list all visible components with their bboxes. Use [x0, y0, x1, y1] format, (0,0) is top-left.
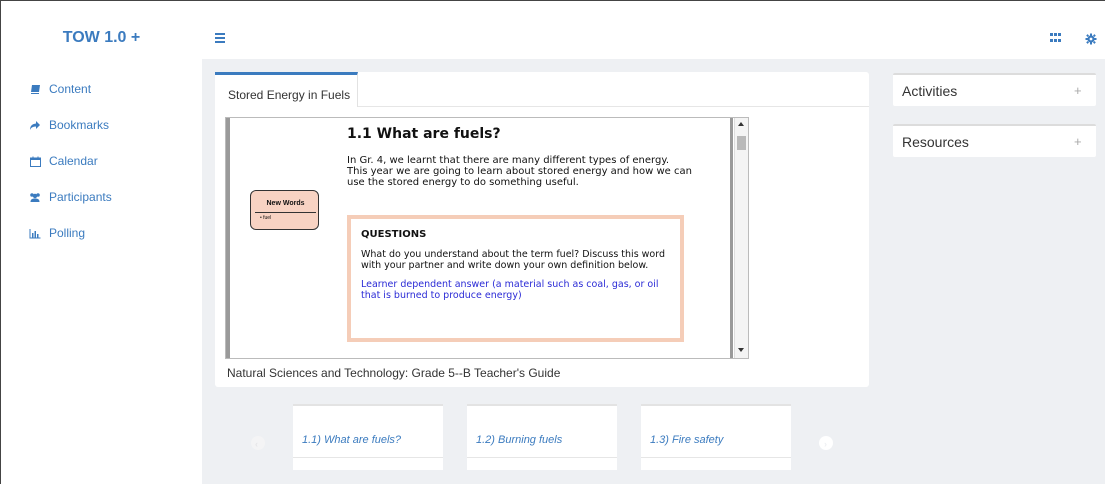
- sidebar-item-label: Bookmarks: [49, 118, 110, 132]
- scroll-up-arrow-icon[interactable]: [738, 122, 744, 126]
- chevron-left-icon: ‹: [255, 439, 258, 449]
- sidebar-item-bookmarks[interactable]: Bookmarks: [29, 107, 112, 143]
- grid-icon[interactable]: [1050, 33, 1061, 43]
- new-words-title: New Words: [266, 200, 305, 207]
- new-words-item: • fuel: [260, 215, 272, 221]
- document-caption: Natural Sciences and Technology: Grade 5…: [227, 366, 561, 380]
- sidebar-item-participants[interactable]: Participants: [29, 179, 112, 215]
- calendar-icon: [29, 155, 41, 167]
- book-icon: [29, 83, 41, 95]
- sidebar-item-label: Polling: [49, 226, 86, 240]
- sidebar: TOW 1.0 + Content Bookmarks Calendar Par…: [1, 1, 202, 484]
- carousel-item-divider: [293, 457, 443, 458]
- activities-title: Activities: [902, 83, 958, 99]
- carousel-item-fire-safety[interactable]: 1.3) Fire safety: [641, 404, 791, 470]
- content-panel: Stored Energy in Fuels 1.1 What are fuel…: [215, 72, 869, 387]
- expand-resources-icon[interactable]: +: [1074, 134, 1082, 149]
- questions-answer: Learner dependent answer (a material suc…: [361, 279, 659, 301]
- page-edge-right: [730, 118, 733, 358]
- new-words-divider: [255, 212, 316, 213]
- carousel-item-label: 1.1) What are fuels?: [302, 434, 402, 446]
- bar-chart-icon: [29, 227, 41, 239]
- carousel-next-button[interactable]: ›: [819, 436, 833, 450]
- resources-card[interactable]: Resources +: [893, 124, 1096, 157]
- sidebar-item-calendar[interactable]: Calendar: [29, 143, 112, 179]
- document-heading: 1.1 What are fuels?: [347, 126, 501, 142]
- share-arrow-icon: [29, 119, 41, 131]
- users-icon: [29, 191, 41, 203]
- page-edge-left: [226, 118, 230, 358]
- sidebar-item-content[interactable]: Content: [29, 71, 112, 107]
- carousel-item-label: 1.2) Burning fuels: [476, 434, 563, 446]
- new-words-box: New Words • fuel: [250, 190, 319, 230]
- carousel-prev-button[interactable]: ‹: [251, 436, 265, 450]
- questions-title: QUESTIONS: [361, 229, 427, 240]
- carousel-item-what-are-fuels[interactable]: 1.1) What are fuels?: [293, 404, 443, 470]
- document-viewer[interactable]: 1.1 What are fuels? In Gr. 4, we learnt …: [225, 117, 749, 359]
- gear-icon[interactable]: [1085, 32, 1097, 45]
- carousel-item-burning-fuels[interactable]: 1.2) Burning fuels: [467, 404, 617, 470]
- expand-activities-icon[interactable]: +: [1074, 83, 1082, 98]
- chevron-right-icon: ›: [824, 439, 827, 449]
- resources-title: Resources: [902, 134, 969, 150]
- carousel-item-divider: [641, 457, 791, 458]
- carousel-item-divider: [467, 457, 617, 458]
- sidebar-item-label: Participants: [49, 190, 112, 204]
- carousel-item-label: 1.3) Fire safety: [650, 434, 724, 446]
- tab-divider: [358, 106, 869, 107]
- tab-stored-energy[interactable]: Stored Energy in Fuels: [215, 72, 358, 107]
- document-intro: In Gr. 4, we learnt that there are many …: [347, 155, 692, 188]
- sidebar-nav: Content Bookmarks Calendar Participants …: [29, 71, 112, 251]
- sidebar-item-label: Content: [49, 82, 92, 96]
- sidebar-item-polling[interactable]: Polling: [29, 215, 112, 251]
- questions-box: QUESTIONS What do you understand about t…: [347, 215, 684, 342]
- scroll-thumb[interactable]: [737, 136, 746, 150]
- hamburger-icon[interactable]: [215, 33, 225, 43]
- questions-body: What do you understand about the term fu…: [361, 249, 666, 271]
- scroll-down-arrow-icon[interactable]: [738, 348, 744, 352]
- top-bar: [202, 21, 1105, 59]
- activities-card[interactable]: Activities +: [893, 73, 1096, 106]
- brand-title[interactable]: TOW 1.0 +: [1, 29, 202, 47]
- sidebar-item-label: Calendar: [49, 154, 98, 168]
- document-scrollbar[interactable]: [734, 118, 748, 358]
